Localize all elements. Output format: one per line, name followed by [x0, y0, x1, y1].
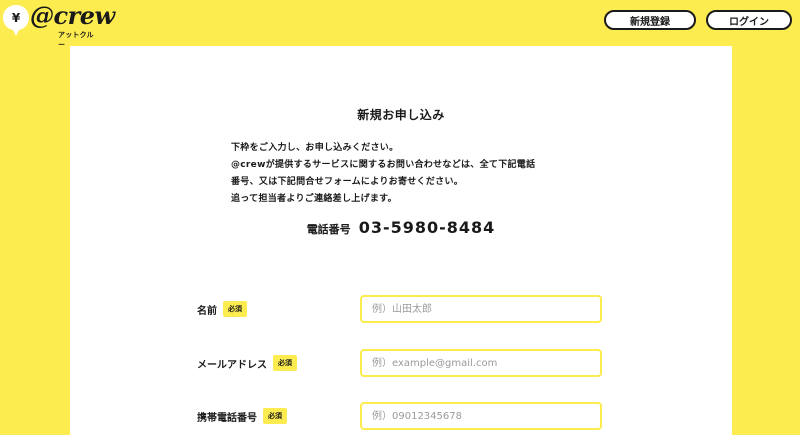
- intro-line: 番号、又は下記問合せフォームによりお寄せください。: [231, 177, 464, 187]
- email-row: メールアドレス 必須: [197, 349, 737, 377]
- page: ¥ @crew アットクルー 新規登録 ログイン 新規お申し込み 下枠をご入力し…: [0, 0, 800, 435]
- required-badge: 必須: [263, 408, 287, 424]
- yen-symbol: ¥: [12, 11, 21, 25]
- application-form-card: 新規お申し込み 下枠をご入力し、お申し込みください。 @crewが提供するサービ…: [70, 46, 732, 435]
- login-button[interactable]: ログイン: [706, 10, 792, 30]
- name-input[interactable]: [360, 295, 602, 323]
- phone-number[interactable]: 03-5980-8484: [359, 218, 496, 237]
- mobile-phone-row: 携帯電話番号 必須: [197, 402, 737, 430]
- mobile-phone-input[interactable]: [360, 402, 602, 430]
- phone-contact: 電話番号 03-5980-8484: [70, 218, 732, 237]
- intro-line: 下枠をご入力し、お申し込みください。: [231, 143, 399, 153]
- logo[interactable]: ¥ @crew アットクルー: [2, 1, 115, 49]
- phone-label: 電話番号: [306, 223, 351, 236]
- intro-line: @crewが提供するサービスに関するお問い合わせなどは、全て下記電話: [231, 160, 536, 170]
- required-badge: 必須: [273, 355, 297, 371]
- name-label-group: 名前 必須: [197, 301, 247, 317]
- yen-bubble-icon: ¥: [2, 3, 30, 37]
- header: ¥ @crew アットクルー 新規登録 ログイン: [0, 0, 800, 49]
- intro-line: 追って担当者よりご連絡差し上げます。: [231, 194, 397, 204]
- register-button[interactable]: 新規登録: [604, 10, 696, 30]
- name-label: 名前: [197, 305, 217, 317]
- email-label: メールアドレス: [197, 359, 267, 371]
- name-row: 名前 必須: [197, 295, 737, 323]
- mobile-phone-label: 携帯電話番号: [197, 412, 257, 424]
- page-title: 新規お申し込み: [357, 108, 445, 122]
- intro-text: 下枠をご入力し、お申し込みください。 @crewが提供するサービスに関するお問い…: [231, 140, 591, 208]
- logo-text: @crew: [30, 1, 115, 30]
- mobile-phone-label-group: 携帯電話番号 必須: [197, 408, 287, 424]
- email-input[interactable]: [360, 349, 602, 377]
- required-badge: 必須: [223, 301, 247, 317]
- email-label-group: メールアドレス 必須: [197, 355, 297, 371]
